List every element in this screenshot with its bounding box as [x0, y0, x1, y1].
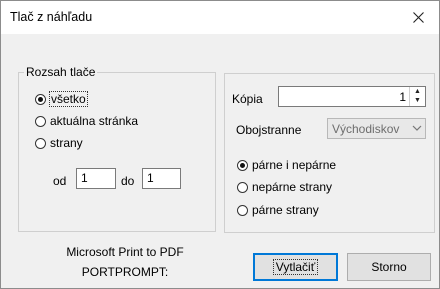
- pages-odd-label: nepárne strany: [252, 180, 333, 194]
- cancel-button-label: Storno: [371, 260, 407, 274]
- pages-odd-even-radio[interactable]: párne i nepárne: [237, 158, 336, 172]
- close-icon: [412, 12, 424, 23]
- pages-odd-even-label: párne i nepárne: [252, 158, 337, 172]
- copies-value: 1: [399, 90, 406, 104]
- chevron-down-icon: [412, 122, 422, 137]
- radio-selected-indicator: [35, 93, 46, 105]
- duplex-value: Východiskov: [332, 122, 400, 136]
- copies-spin-buttons[interactable]: ▲ ▼: [409, 87, 425, 106]
- to-page-input[interactable]: 1: [142, 168, 181, 189]
- print-button-label: Vytlačiť: [272, 259, 319, 275]
- range-current-page-radio[interactable]: aktuálna stránka: [35, 114, 138, 128]
- printer-port: PORTPROMPT:: [81, 265, 169, 279]
- pages-even-radio[interactable]: párne strany: [237, 203, 319, 217]
- radio-indicator: [35, 137, 46, 149]
- to-label: do: [121, 174, 135, 188]
- close-button[interactable]: [397, 1, 439, 34]
- print-button[interactable]: Vytlačiť: [253, 253, 338, 281]
- copies-spinner[interactable]: 1 ▲ ▼: [278, 86, 426, 107]
- range-all-radio[interactable]: všetko: [35, 91, 88, 107]
- range-current-page-label: aktuálna stránka: [50, 114, 139, 128]
- spin-up-icon[interactable]: ▲: [410, 87, 425, 96]
- spin-down-icon[interactable]: ▼: [410, 96, 425, 105]
- radio-indicator: [237, 181, 248, 193]
- cancel-button[interactable]: Storno: [347, 253, 431, 281]
- from-label: od: [53, 174, 67, 188]
- range-pages-radio[interactable]: strany: [35, 136, 83, 150]
- range-all-label: všetko: [49, 91, 88, 107]
- radio-indicator: [35, 115, 46, 127]
- pages-even-label: párne strany: [252, 203, 319, 217]
- radio-indicator: [237, 204, 248, 216]
- copies-label: Kópia: [232, 92, 263, 106]
- pages-odd-radio[interactable]: nepárne strany: [237, 180, 332, 194]
- print-range-legend: Rozsah tlače: [24, 65, 98, 79]
- range-pages-label: strany: [50, 136, 83, 150]
- title-bar: Tlač z náhľadu: [1, 1, 439, 34]
- duplex-select[interactable]: Východiskov: [327, 118, 426, 139]
- duplex-label: Obojstranne: [236, 123, 302, 137]
- dialog-title: Tlač z náhľadu: [10, 10, 93, 24]
- radio-selected-indicator: [237, 159, 248, 171]
- printer-name: Microsoft Print to PDF: [66, 245, 184, 259]
- from-page-input[interactable]: 1: [76, 168, 116, 189]
